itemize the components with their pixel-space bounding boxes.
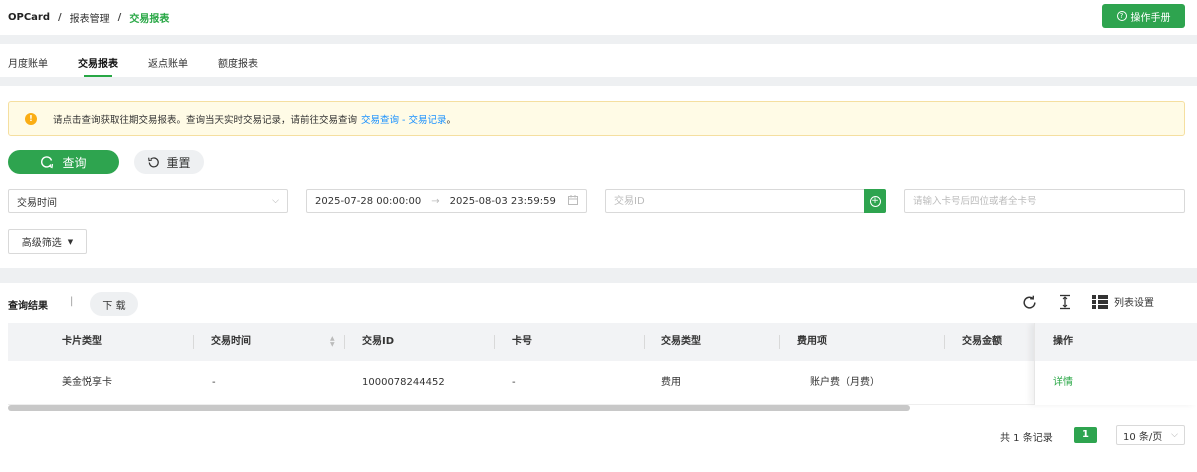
breadcrumb-current: 交易报表 (129, 14, 170, 25)
advanced-filter-label: 高级筛选 (21, 238, 62, 249)
report-tabs: 月度账单 交易报表 返点账单 额度报表 (0, 44, 1197, 77)
section-divider (0, 268, 1197, 283)
date-range-picker[interactable]: 2025-07-28 00:00:00 → 2025-08-03 23:59:5… (306, 189, 587, 213)
column-settings-label: 列表设置 (1114, 298, 1154, 309)
action-column: 操作 详情 (1034, 323, 1197, 405)
date-end[interactable]: 2025-08-03 23:59:59 (450, 196, 556, 207)
refresh-icon[interactable] (1021, 294, 1038, 315)
plus-circle-icon: + (869, 195, 881, 207)
reset-button-label: 重置 (166, 155, 191, 170)
sort-icon[interactable]: ▲ ▼ (330, 336, 335, 348)
col-transaction-time[interactable]: 交易时间 (211, 323, 251, 361)
query-button[interactable]: 查询 (8, 150, 119, 174)
tab-rebate-bill[interactable]: 返点账单 (148, 44, 188, 77)
row-height-icon[interactable] (1058, 294, 1072, 310)
card-number-input[interactable] (905, 190, 1184, 212)
section-divider (0, 35, 1197, 44)
transaction-id-input[interactable] (606, 190, 864, 212)
cell-card-type: 美金悦享卡 (62, 377, 112, 388)
cell-card-number: - (512, 377, 516, 388)
col-divider (944, 335, 945, 349)
reset-button[interactable]: 重置 (134, 150, 204, 174)
col-divider (494, 335, 495, 349)
col-fee-item: 费用项 (797, 336, 827, 347)
col-transaction-id: 交易ID (362, 336, 395, 347)
table-row[interactable]: 美金悦享卡 - 1000078244452 - 费用 账户费（月费） (8, 361, 1197, 405)
help-icon: ? (1116, 11, 1127, 21)
section-divider (0, 77, 1197, 86)
reset-icon (148, 156, 160, 167)
results-title: 查询结果 (8, 301, 48, 312)
top-bar: OPCard / 报表管理 / 交易报表 ? 操作手册 (0, 0, 1197, 35)
cell-fee-item: 账户费（月费） (810, 377, 880, 388)
breadcrumb-report-management[interactable]: 报表管理 (70, 10, 110, 25)
range-arrow: → (431, 195, 440, 207)
notice-text: 请点击查询获取往期交易报表。查询当天实时交易记录，请前往交易查询 (53, 114, 358, 126)
col-transaction-type: 交易类型 (661, 336, 701, 347)
col-card-number: 卡号 (512, 336, 532, 347)
cell-transaction-time: - (212, 377, 216, 388)
col-actions: 操作 (1035, 323, 1197, 361)
col-divider (193, 335, 194, 349)
warning-icon: ! (25, 112, 37, 125)
page-size-value: 10 条/页 (1123, 431, 1163, 443)
add-id-button[interactable]: + (864, 189, 886, 213)
page-button-1[interactable]: 1 (1074, 427, 1097, 443)
col-divider (644, 335, 645, 349)
time-type-select[interactable]: 交易时间 ⌵ (8, 189, 288, 213)
table-header: 卡片类型 交易时间 ▲ ▼ 交易ID 卡号 交易类型 费用项 交易金额 (8, 323, 1197, 361)
manual-button-label: 操作手册 (1130, 12, 1171, 24)
breadcrumb-separator: / (58, 12, 62, 23)
pagination: 共 1 条记录 1 10 条/页 ⌵ (0, 425, 1197, 446)
cell-transaction-type: 费用 (661, 377, 681, 388)
horizontal-scrollbar[interactable] (8, 405, 910, 411)
pagination-total: 共 1 条记录 (1000, 433, 1053, 444)
breadcrumb-separator: / (117, 12, 122, 23)
results-separator: | (70, 296, 74, 307)
search-refresh-icon (41, 156, 54, 169)
breadcrumb-root[interactable]: OPCard (8, 12, 50, 23)
notice-suffix: 。 (446, 114, 456, 126)
col-card-type: 卡片类型 (62, 336, 102, 347)
col-transaction-amount: 交易金额 (962, 336, 1002, 347)
manual-button[interactable]: ? 操作手册 (1102, 4, 1185, 28)
caret-down-icon: ▼ (67, 237, 74, 246)
notice-banner: ! 请点击查询获取往期交易报表。查询当天实时交易记录，请前往交易查询 交易查询 … (8, 101, 1185, 136)
list-settings-icon (1092, 294, 1108, 309)
query-button-label: 查询 (62, 155, 87, 170)
chevron-down-icon: ⌵ (1171, 430, 1178, 440)
date-start[interactable]: 2025-07-28 00:00:00 (315, 196, 421, 207)
column-settings-button[interactable]: 列表设置 (1092, 294, 1154, 309)
tab-monthly-bill[interactable]: 月度账单 (8, 44, 48, 77)
col-divider (344, 335, 345, 349)
page-size-select[interactable]: 10 条/页 ⌵ (1116, 425, 1185, 445)
chevron-down-icon: ⌵ (272, 196, 279, 206)
transaction-id-field: + (605, 189, 886, 213)
tab-quota-report[interactable]: 额度报表 (218, 44, 258, 77)
card-number-field (904, 189, 1185, 213)
detail-link[interactable]: 详情 (1035, 361, 1197, 405)
time-type-value: 交易时间 (17, 197, 57, 209)
advanced-filter-button[interactable]: 高级筛选 ▼ (8, 229, 87, 254)
calendar-icon (568, 194, 578, 208)
download-button[interactable]: 下 载 (90, 292, 138, 316)
cell-transaction-id: 1000078244452 (362, 377, 445, 388)
breadcrumb: OPCard / 报表管理 / 交易报表 (8, 10, 169, 25)
notice-link-transaction-query[interactable]: 交易查询 - 交易记录 (361, 112, 446, 126)
results-table: 卡片类型 交易时间 ▲ ▼ 交易ID 卡号 交易类型 费用项 交易金额 美金悦享卡… (8, 323, 1197, 413)
col-divider (779, 335, 780, 349)
tab-transaction-report[interactable]: 交易报表 (78, 44, 118, 77)
